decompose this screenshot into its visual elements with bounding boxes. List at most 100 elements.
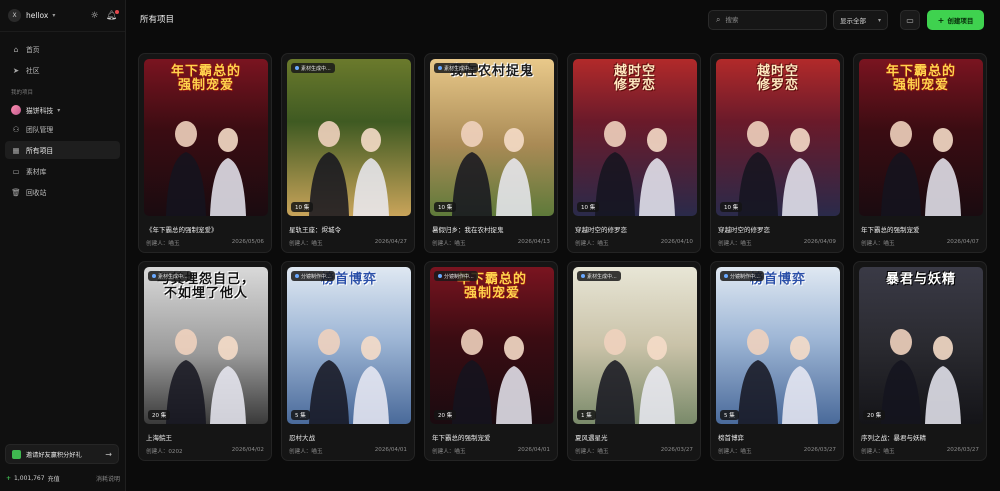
project-title[interactable]: 夏风遇星光 (575, 432, 608, 442)
usage-rules-link[interactable]: 消耗说明 (96, 474, 120, 483)
project-card[interactable]: 越时空 修罗恋 10 集穿越时空的修罗恋 创建人：喵玉 2026/04/10 (567, 53, 701, 253)
cover-figures (430, 314, 554, 424)
project-card[interactable]: 年下霸总的 强制宠爱 《年下霸总的强制宠爱》 创建人：喵玉 2026/05/06 (138, 53, 272, 253)
sidebar-item-label: 社区 (26, 67, 40, 75)
chevron-down-icon[interactable]: ▾ (52, 12, 55, 19)
cover-figures (859, 314, 983, 424)
project-cover[interactable]: 越时空 修罗恋 10 集 (716, 59, 840, 216)
episodes-badge: 20 集 (863, 410, 886, 420)
team-logo (11, 105, 21, 115)
project-card[interactable]: 与其埋怨自己， 不如埋了他人 素材生成中... 20 集上海鲩王 创建人：0202 20… (138, 261, 272, 461)
project-title[interactable]: 榜首博弈 (718, 432, 744, 442)
sidebar-item-community[interactable]: ➤ 社区 (5, 61, 120, 79)
sidebar-item-label: 所有项目 (26, 147, 54, 155)
project-title[interactable]: 忍村大战 (289, 432, 315, 442)
folder-icon: ▭ (906, 15, 914, 25)
project-title[interactable]: 序列之战：暴君与妖精 (861, 432, 926, 442)
project-card[interactable]: 素材生成中... 1 集夏风遇星光 创建人：喵玉 2026/03/27 (567, 261, 701, 461)
status-badge: 分镜制作中... (720, 271, 764, 281)
project-date: 2026/03/27 (660, 447, 693, 453)
project-card[interactable]: 年下霸总的 强制宠爱 分镜制作中... 20 集年下霸总的强制宠爱 创建人：喵玉 202… (424, 261, 558, 461)
invite-banner[interactable]: 邀请好友赢积分好礼 → (5, 444, 119, 464)
cover-figures (716, 106, 840, 216)
folder-icon: ▭ (12, 166, 20, 176)
sidebar-item-trash[interactable]: 🗑︎ 回收站 (5, 183, 120, 201)
project-cover[interactable]: 年下霸总的 强制宠爱 (144, 59, 268, 216)
project-meta: 创建人：喵玉 2026/04/09 (718, 239, 836, 247)
create-project-button[interactable]: + 创建项目 (927, 10, 984, 30)
project-meta: 创建人：喵玉 2026/04/07 (861, 239, 979, 247)
project-title[interactable]: 上海鲩王 (146, 432, 172, 442)
project-cover[interactable]: 榜首博弈 分镜制作中... 5 集 (287, 267, 411, 424)
project-creator: 创建人：0202 (146, 449, 183, 455)
project-cover[interactable]: 越时空 修罗恋 10 集 (573, 59, 697, 216)
episodes-badge: 10 集 (577, 202, 600, 212)
project-title[interactable]: 年下霸总的强制宠爱 (432, 432, 491, 442)
filter-select[interactable]: 显示全部 ▾ (833, 10, 888, 30)
notification-dot (115, 9, 119, 14)
sidebar-item-all-projects[interactable]: ▦ 所有项目 (5, 141, 120, 159)
project-date: 2026/03/27 (946, 447, 979, 453)
project-cover[interactable]: 暴君与妖精 20 集 (859, 267, 983, 424)
project-title[interactable]: 年下霸总的强制宠爱 (861, 224, 920, 234)
project-card[interactable]: 年下霸总的 强制宠爱年下霸总的强制宠爱创建人：喵玉 2026/04/07 (853, 53, 987, 253)
project-card[interactable]: 越时空 修罗恋 10 集穿越时空的修罗恋创建人：喵玉 2026/04/09 (710, 53, 844, 253)
project-cover[interactable]: 榜首博弈 分镜制作中... 5 集 (716, 267, 840, 424)
status-badge: 素材生成中... (577, 271, 621, 281)
avatar[interactable]: X (8, 9, 21, 22)
folder-button[interactable]: ▭ (900, 10, 920, 30)
project-card[interactable]: 暴君与妖精 20 集序列之战：暴君与妖精创建人：喵玉 2026/03/27 (853, 261, 987, 461)
theme-toggle-icon[interactable]: ☼ (90, 11, 98, 21)
project-title[interactable]: 暑假归乡：我在农村捉鬼 (432, 224, 504, 234)
project-card[interactable]: 我在农村捉鬼 素材生成中... 10 集暑假归乡：我在农村捉鬼 创建人：喵玉 2026/… (424, 53, 558, 253)
team-switcher[interactable]: 猫饼科技 ▾ (5, 100, 120, 120)
bell-icon[interactable]: 🔔︎ (106, 9, 119, 21)
project-cover[interactable]: 年下霸总的 强制宠爱 (859, 59, 983, 216)
project-cover[interactable]: 与其埋怨自己， 不如埋了他人 素材生成中... 20 集 (144, 267, 268, 424)
sidebar: X hellox ▾ ☼ 🔔︎ ⌂ 首页 ➤ 社区 我的项目 猫饼科技 ▾ ⚇ … (0, 0, 126, 491)
status-text: 分镜制作中... (730, 273, 760, 280)
sidebar-item-home[interactable]: ⌂ 首页 (5, 40, 120, 58)
project-title[interactable]: 星轨王座：烬城令 (289, 224, 341, 234)
cover-title-text: 越时空 修罗恋 (613, 64, 656, 93)
project-card[interactable]: 榜首博弈 分镜制作中... 5 集榜首博弈 创建人：喵玉 2026/03/27 (710, 261, 844, 461)
project-creator: 创建人：喵玉 (289, 241, 323, 247)
project-date: 2026/04/13 (517, 239, 550, 245)
sidebar-item-assets[interactable]: ▭ 素材库 (5, 162, 120, 180)
search-input[interactable] (725, 16, 816, 24)
cover-figures (144, 314, 268, 424)
project-date: 2026/04/01 (374, 447, 407, 453)
status-text: 素材生成中... (444, 65, 474, 72)
episodes-badge: 10 集 (434, 202, 457, 212)
sidebar-item-label: 素材库 (26, 168, 47, 176)
credits-value: 1,001,767 (14, 475, 45, 482)
trash-icon: 🗑︎ (11, 187, 21, 197)
project-card[interactable]: 素材生成中... 10 集星轨王座：烬城令 创建人：喵玉 2026/04/27 (281, 53, 415, 253)
recharge-link[interactable]: 充值 (48, 474, 60, 483)
project-title[interactable]: 穿越时空的修罗恋 (718, 224, 770, 234)
section-label: 我的项目 (11, 90, 34, 96)
project-title[interactable]: 穿越时空的修罗恋 (575, 224, 627, 234)
project-cover[interactable]: 素材生成中... 1 集 (573, 267, 697, 424)
project-card[interactable]: 榜首博弈 分镜制作中... 5 集忍村大战 创建人：喵玉 2026/04/01 (281, 261, 415, 461)
project-cover[interactable]: 年下霸总的 强制宠爱 分镜制作中... 20 集 (430, 267, 554, 424)
create-project-label: 创建项目 (947, 17, 974, 25)
project-title[interactable]: 《年下霸总的强制宠爱》 (146, 224, 218, 234)
page-title: 所有项目 (140, 15, 175, 25)
status-text: 分镜制作中... (444, 273, 474, 280)
cover-figures (573, 106, 697, 216)
project-creator: 创建人：喵玉 (861, 449, 895, 455)
episodes-badge: 20 集 (434, 410, 457, 420)
search-box[interactable]: ⌕ (708, 10, 827, 30)
project-date: 2026/05/06 (231, 239, 264, 245)
project-cover[interactable]: 素材生成中... 10 集 (287, 59, 411, 216)
team-name: 猫饼科技 (26, 107, 54, 115)
project-meta: 创建人：喵玉 2026/04/13 (432, 239, 550, 247)
status-text: 素材生成中... (158, 273, 188, 280)
project-cover[interactable]: 我在农村捉鬼 素材生成中... 10 集 (430, 59, 554, 216)
user-name[interactable]: hellox (26, 11, 48, 20)
sidebar-item-team-management[interactable]: ⚇ 团队管理 (5, 120, 120, 138)
status-dot (295, 274, 299, 278)
cover-title-text: 暴君与妖精 (885, 272, 956, 287)
status-dot (724, 274, 728, 278)
